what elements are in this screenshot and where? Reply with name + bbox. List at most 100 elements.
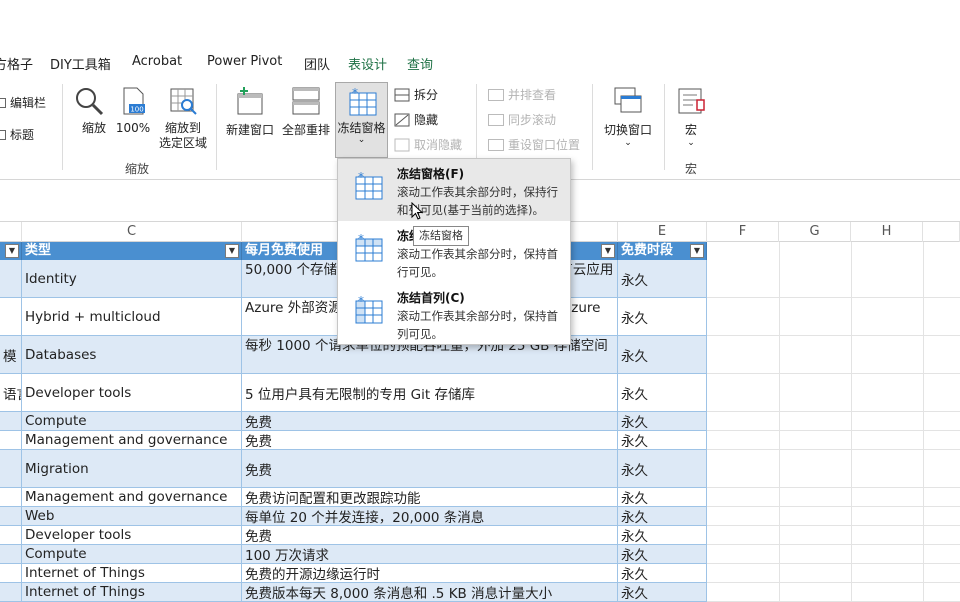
- freeze-panes-button[interactable]: * 冻结窗格 ⌄: [335, 82, 388, 158]
- cell-type[interactable]: Internet of Things: [22, 564, 242, 582]
- new-window-button[interactable]: 新建窗口: [224, 86, 276, 138]
- view-side-by-side-label: 并排查看: [508, 88, 557, 102]
- tab-power-pivot[interactable]: Power Pivot: [207, 54, 282, 69]
- hide-button[interactable]: 隐藏: [394, 111, 438, 128]
- cell-type[interactable]: Identity: [22, 260, 242, 297]
- table-header-type[interactable]: 类型 ▼: [22, 242, 242, 260]
- switch-windows-button[interactable]: 切换窗口 ⌄: [602, 86, 654, 148]
- column-header-h[interactable]: H: [851, 222, 923, 242]
- cell-a[interactable]: 模: [0, 336, 22, 373]
- column-header[interactable]: [923, 222, 960, 242]
- ribbon-separator: [216, 84, 217, 170]
- zoom-button[interactable]: 缩放: [72, 86, 106, 136]
- tab-fanggezi[interactable]: 方格子: [0, 54, 33, 73]
- cell-a[interactable]: [0, 526, 22, 544]
- column-header-e[interactable]: E: [618, 222, 707, 242]
- cell-period[interactable]: 永久: [618, 507, 707, 525]
- cell-period[interactable]: 永久: [618, 488, 707, 506]
- cell-period[interactable]: 永久: [618, 431, 707, 449]
- cell-a[interactable]: [0, 507, 22, 525]
- headings-checkbox[interactable]: 标题: [0, 126, 34, 143]
- table-header-period[interactable]: 免费时段 ▼: [618, 242, 707, 260]
- header-label: 每月免费使用: [245, 243, 324, 258]
- svg-text:100: 100: [130, 106, 143, 114]
- cell-usage[interactable]: 免费: [242, 412, 618, 430]
- cell-usage[interactable]: 免费访问配置和更改跟踪功能: [242, 488, 618, 506]
- view-side-by-side-button: 并排查看: [488, 86, 556, 103]
- arrange-all-button[interactable]: 全部重排: [280, 86, 332, 138]
- freeze-panes-item[interactable]: * 冻结窗格(F) 滚动工作表其余部分时，保持行和列可见(基于当前的选择)。: [338, 159, 570, 221]
- column-header-c[interactable]: C: [22, 222, 242, 242]
- cell-usage[interactable]: 免费: [242, 450, 618, 487]
- tab-acrobat[interactable]: Acrobat: [132, 54, 182, 69]
- cell-period[interactable]: 永久: [618, 526, 707, 544]
- cell-period[interactable]: 永久: [618, 374, 707, 411]
- cell-period[interactable]: 永久: [618, 545, 707, 563]
- cell-type[interactable]: Compute: [22, 412, 242, 430]
- cell-period[interactable]: 永久: [618, 260, 707, 297]
- cell-a[interactable]: [0, 545, 22, 563]
- tab-table-design[interactable]: 表设计: [348, 54, 387, 73]
- formula-bar-checkbox[interactable]: 编辑栏: [0, 94, 46, 111]
- cell-type[interactable]: Management and governance: [22, 488, 242, 506]
- filter-dropdown-icon[interactable]: ▼: [5, 244, 19, 258]
- cell-usage[interactable]: 免费的开源边缘运行时: [242, 564, 618, 582]
- cell-type[interactable]: Developer tools: [22, 526, 242, 544]
- cell-a[interactable]: [0, 298, 22, 335]
- column-header-g[interactable]: G: [779, 222, 851, 242]
- cell-period[interactable]: 永久: [618, 298, 707, 335]
- cell-period[interactable]: 永久: [618, 564, 707, 582]
- unhide-label: 取消隐藏: [414, 138, 463, 152]
- cell-type[interactable]: Management and governance: [22, 431, 242, 449]
- column-header[interactable]: [0, 222, 22, 242]
- tab-team[interactable]: 团队: [304, 54, 330, 73]
- tab-diy-toolbox[interactable]: DIY工具箱: [50, 54, 111, 73]
- freeze-top-row-item-desc: 滚动工作表其余部分时，保持首行可见。: [397, 247, 558, 279]
- cell-usage[interactable]: 免费: [242, 431, 618, 449]
- cell-type[interactable]: Databases: [22, 336, 242, 373]
- ribbon-separator: [592, 84, 593, 170]
- cell-usage[interactable]: 免费: [242, 526, 618, 544]
- gridline: [923, 242, 924, 602]
- cell-type[interactable]: Migration: [22, 450, 242, 487]
- cell-a[interactable]: [0, 450, 22, 487]
- cell-usage[interactable]: 100 万次请求: [242, 545, 618, 563]
- gridline: [707, 525, 960, 526]
- cell-type[interactable]: Developer tools: [22, 374, 242, 411]
- filter-dropdown-icon[interactable]: ▼: [601, 244, 615, 258]
- zoom-100-button[interactable]: 100 100%: [114, 86, 152, 135]
- headings-label: 标题: [10, 128, 35, 142]
- cell-a[interactable]: [0, 583, 22, 601]
- cell-type[interactable]: Hybrid + multicloud: [22, 298, 242, 335]
- table-row: Internet of Things 免费版本每天 8,000 条消息和 .5 K…: [0, 583, 707, 602]
- cell-period[interactable]: 永久: [618, 450, 707, 487]
- column-header-f[interactable]: F: [707, 222, 779, 242]
- gridline: [779, 242, 780, 602]
- cell-a[interactable]: [0, 488, 22, 506]
- cell-type[interactable]: Web: [22, 507, 242, 525]
- freeze-first-column-item[interactable]: * 冻结首列(C) 滚动工作表其余部分时，保持首列可见。: [338, 283, 570, 345]
- table-header-cell[interactable]: ▼: [0, 242, 22, 260]
- cell-period[interactable]: 永久: [618, 583, 707, 601]
- ribbon-separator: [664, 84, 665, 170]
- cell-a[interactable]: [0, 564, 22, 582]
- cell-usage[interactable]: 每单位 20 个并发连接，20,000 条消息: [242, 507, 618, 525]
- cell-a[interactable]: [0, 412, 22, 430]
- cell-type[interactable]: Internet of Things: [22, 583, 242, 601]
- cell-type[interactable]: Compute: [22, 545, 242, 563]
- cell-period[interactable]: 永久: [618, 412, 707, 430]
- cell-a[interactable]: 语言: [0, 374, 22, 411]
- cell-a[interactable]: [0, 260, 22, 297]
- cell-a[interactable]: [0, 431, 22, 449]
- cell-period[interactable]: 永久: [618, 336, 707, 373]
- cell-usage[interactable]: 5 位用户具有无限制的专用 Git 存储库: [242, 374, 618, 411]
- filter-dropdown-icon[interactable]: ▼: [225, 244, 239, 258]
- zoom-to-selection-button[interactable]: 缩放到 选定区域: [156, 86, 210, 151]
- split-button[interactable]: 拆分: [394, 86, 438, 103]
- tab-query[interactable]: 查询: [407, 54, 433, 73]
- gridline: [707, 430, 960, 431]
- filter-active-icon[interactable]: ▼: [690, 244, 704, 258]
- side-by-side-icon: [488, 88, 504, 101]
- macros-button[interactable]: 宏 ⌄: [672, 86, 710, 148]
- cell-usage[interactable]: 免费版本每天 8,000 条消息和 .5 KB 消息计量大小: [242, 583, 618, 601]
